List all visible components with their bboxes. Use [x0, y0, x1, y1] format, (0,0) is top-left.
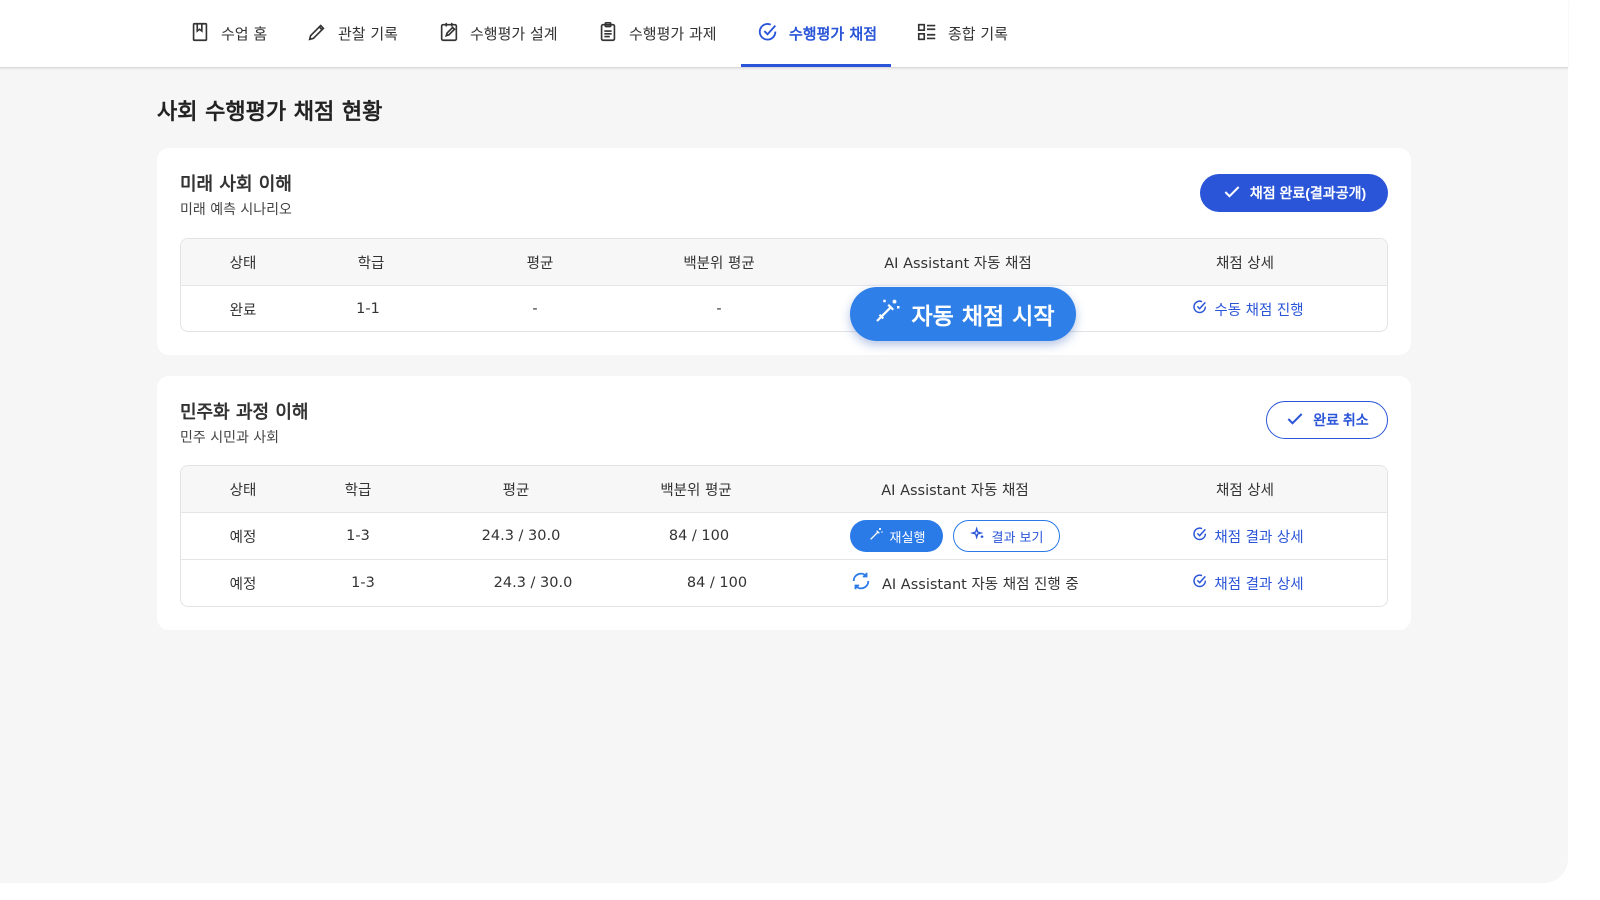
list-view-icon: [916, 21, 938, 47]
tab-summary-record[interactable]: 종합 기록: [916, 0, 1008, 67]
button-label: 채점 완료(결과공개): [1249, 185, 1367, 201]
check-circle-icon: [1192, 299, 1208, 319]
table-header-row: 상태 학급 평균 백분위 평균 AI Assistant 자동 채점 채점 상세: [181, 239, 1387, 285]
grading-complete-button[interactable]: 채점 완료(결과공개): [1200, 174, 1388, 212]
tab-label: 수행평가 과제: [629, 25, 717, 43]
header-class: 학급: [344, 482, 372, 499]
header-average: 평균: [502, 482, 530, 499]
link-label: 채점 결과 상세: [1214, 576, 1304, 593]
cell-average: -: [532, 301, 538, 317]
header-percentile: 백분위 평균: [683, 255, 755, 272]
magic-wand-icon: [868, 526, 884, 546]
card-title: 미래 사회 이해: [180, 174, 292, 195]
cancel-complete-button[interactable]: 완료 취소: [1266, 401, 1388, 439]
cell-percentile: 84 / 100: [668, 528, 730, 544]
refresh-icon: [850, 570, 872, 596]
check-circle-icon: [757, 21, 779, 47]
header-percentile: 백분위 평균: [660, 482, 732, 499]
header-average: 평균: [526, 255, 554, 272]
grading-detail-link[interactable]: 채점 결과 상세: [1183, 560, 1313, 606]
tab-class-home[interactable]: 수업 홈: [189, 0, 267, 67]
sparkle-icon: [969, 526, 986, 546]
link-label: 수동 채점 진행: [1214, 302, 1304, 319]
grading-detail-link[interactable]: 채점 결과 상세: [1183, 513, 1313, 559]
button-label: 완료 취소: [1313, 412, 1369, 428]
header-detail: 채점 상세: [1216, 255, 1274, 272]
cell-status: 완료: [229, 302, 257, 319]
assessment-card: 미래 사회 이해 미래 예측 시나리오 채점 완료(결과공개) 상태 학급 평균…: [157, 148, 1411, 355]
header-ai-grading: AI Assistant 자동 채점: [884, 255, 1032, 272]
button-label: 재실행: [889, 530, 926, 546]
check-circle-icon: [1192, 526, 1208, 546]
tab-label: 수행평가 채점: [789, 25, 878, 43]
cell-percentile: -: [716, 301, 722, 317]
cell-class: 1-3: [351, 575, 375, 591]
grading-table: 상태 학급 평균 백분위 평균 AI Assistant 자동 채점 채점 상세…: [180, 465, 1388, 607]
cell-average: 24.3 / 30.0: [481, 528, 561, 544]
header-class: 학급: [357, 255, 385, 272]
ai-grading-progress: AI Assistant 자동 채점 진행 중: [850, 560, 1090, 606]
card-title: 민주화 과정 이해: [180, 402, 309, 423]
card-subtitle: 민주 시민과 사회: [180, 430, 280, 446]
check-circle-icon: [1192, 573, 1208, 593]
manual-grading-link[interactable]: 수동 채점 진행: [1183, 286, 1313, 331]
page-title: 사회 수행평가 채점 현황: [157, 100, 383, 125]
cell-status: 예정: [229, 529, 257, 546]
header-status: 상태: [229, 482, 257, 499]
start-auto-grading-button[interactable]: 자동 채점 시작: [850, 287, 1076, 341]
assessment-card: 민주화 과정 이해 민주 시민과 사회 완료 취소 상태 학급 평균 백분위 평…: [157, 376, 1411, 630]
app-frame: 수업 홈 관찰 기록 수행평가 설계 수행평가 과제 수행평가 채점 종합 기록…: [0, 0, 1568, 883]
table-row: 예정 1-3 24.3 / 30.0 84 / 100 AI Assistant…: [181, 559, 1387, 606]
card-subtitle: 미래 예측 시나리오: [180, 202, 292, 218]
cell-class: 1-3: [346, 528, 370, 544]
clipboard-icon: [597, 21, 619, 47]
tab-assessment-design[interactable]: 수행평가 설계: [438, 0, 558, 67]
cell-percentile: 84 / 100: [686, 575, 748, 591]
pencil-icon: [306, 21, 328, 47]
tab-assessment-task[interactable]: 수행평가 과제: [597, 0, 717, 67]
active-tab-indicator: [741, 64, 891, 67]
tab-label: 수행평가 설계: [470, 25, 558, 43]
button-label: 자동 채점 시작: [911, 304, 1055, 330]
cell-class: 1-1: [356, 301, 380, 317]
check-icon: [1222, 182, 1242, 205]
magic-wand-icon: [872, 296, 902, 332]
table-row: 예정 1-3 24.3 / 30.0 84 / 100 재실행 결과 보기 채점…: [181, 512, 1387, 559]
rerun-button[interactable]: 재실행: [850, 520, 943, 552]
tab-observation[interactable]: 관찰 기록: [306, 0, 398, 67]
table-header-row: 상태 학급 평균 백분위 평균 AI Assistant 자동 채점 채점 상세: [181, 466, 1387, 512]
tab-label: 관찰 기록: [338, 25, 398, 43]
check-icon: [1285, 409, 1305, 432]
header-detail: 채점 상세: [1216, 482, 1274, 499]
tab-label: 수업 홈: [221, 25, 268, 43]
bookmark-book-icon: [189, 21, 211, 47]
header-ai-grading: AI Assistant 자동 채점: [881, 482, 1029, 499]
progress-label: AI Assistant 자동 채점 진행 중: [882, 576, 1079, 593]
link-label: 채점 결과 상세: [1214, 529, 1304, 546]
tab-assessment-grading[interactable]: 수행평가 채점: [757, 0, 877, 67]
tab-label: 종합 기록: [948, 25, 1008, 43]
cell-average: 24.3 / 30.0: [493, 575, 573, 591]
top-nav: 수업 홈 관찰 기록 수행평가 설계 수행평가 과제 수행평가 채점 종합 기록: [0, 0, 1568, 68]
cell-status: 예정: [229, 576, 257, 593]
edit-square-icon: [438, 21, 460, 47]
button-label: 결과 보기: [991, 530, 1044, 546]
table-row: 완료 1-1 - - 수동 채점 진행: [181, 285, 1387, 331]
view-result-button[interactable]: 결과 보기: [953, 520, 1060, 552]
grading-table: 상태 학급 평균 백분위 평균 AI Assistant 자동 채점 채점 상세…: [180, 238, 1388, 332]
header-status: 상태: [229, 255, 257, 272]
